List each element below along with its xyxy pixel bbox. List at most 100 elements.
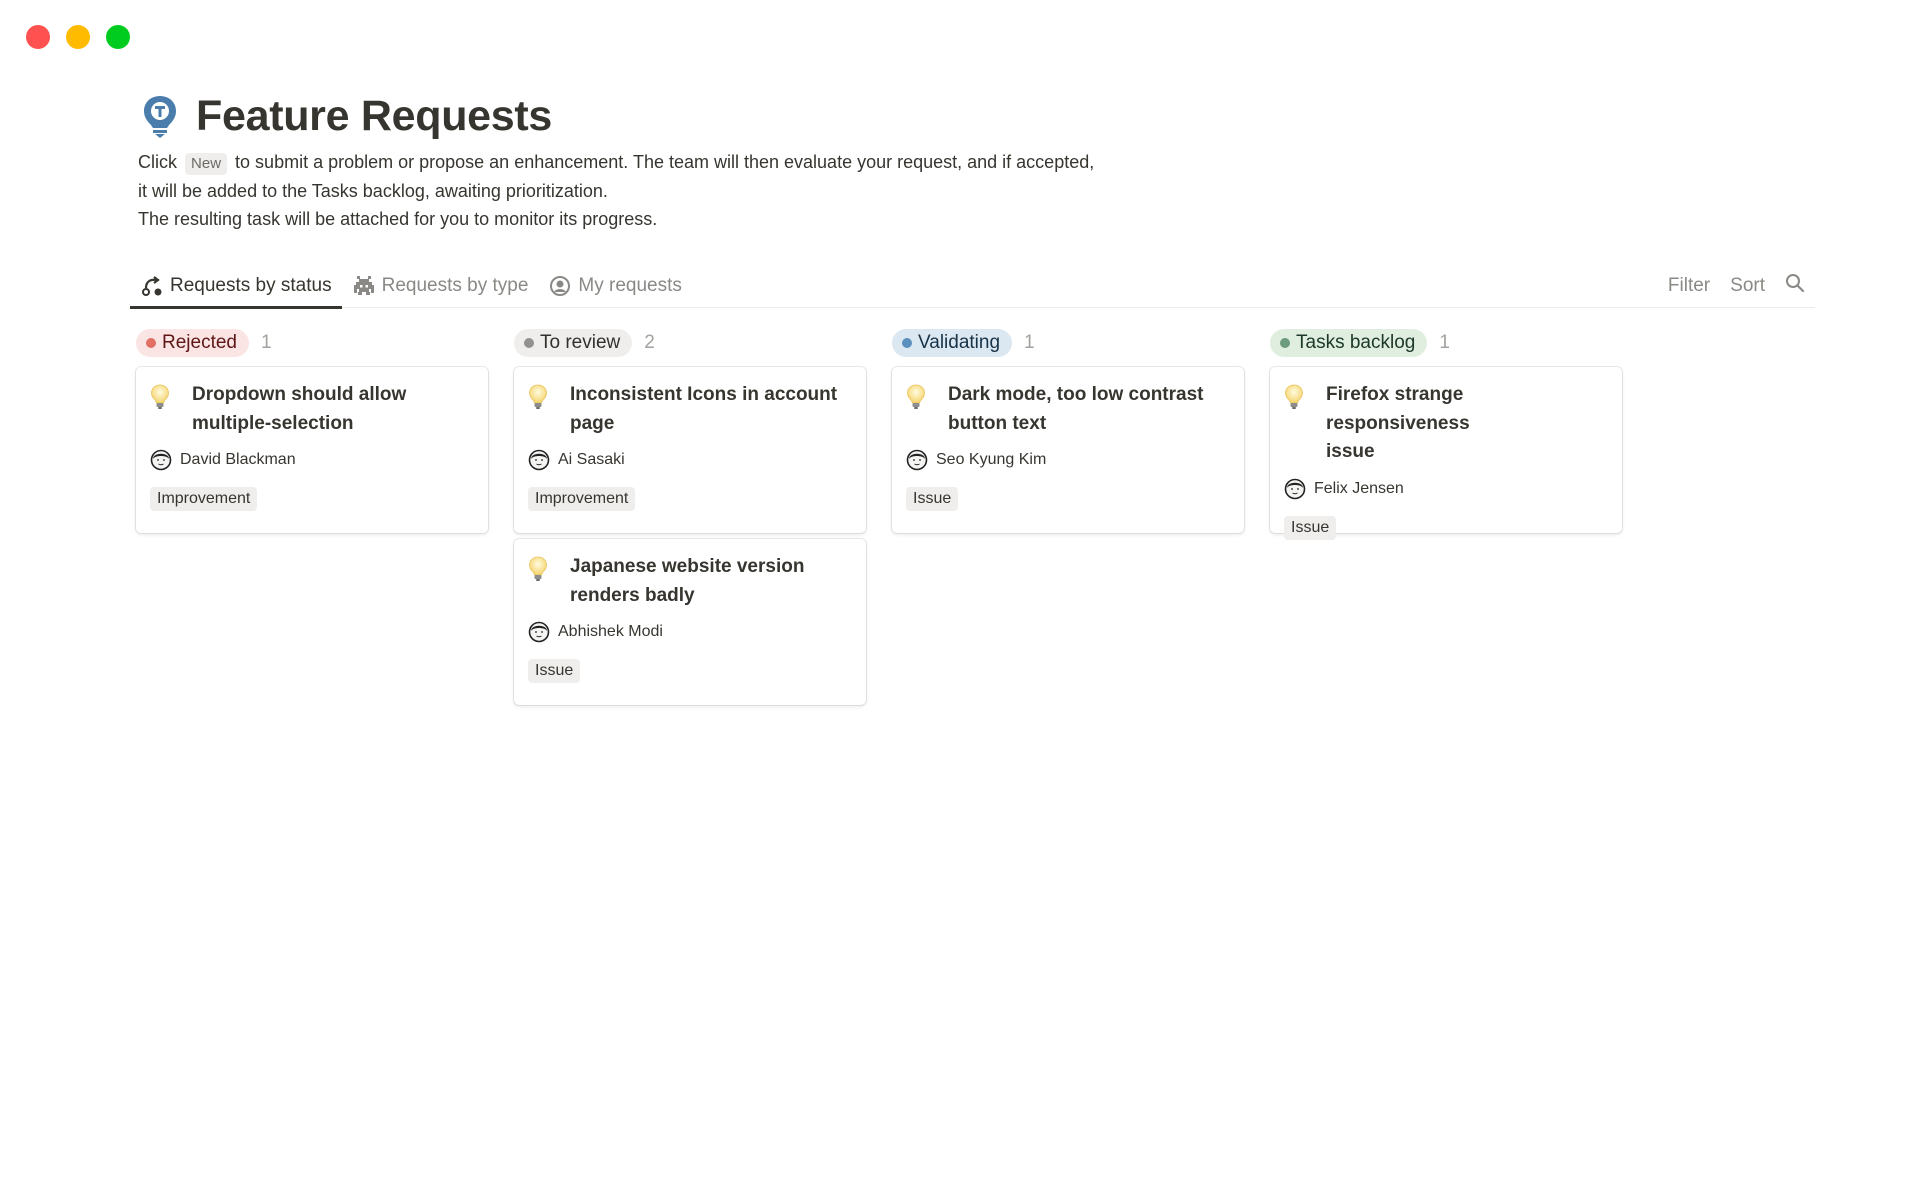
- status-pill[interactable]: Rejected: [136, 329, 249, 357]
- request-card[interactable]: Dark mode, too low contrast button text …: [892, 367, 1244, 533]
- card-title-line: Firefox strange responsiveness: [1326, 384, 1470, 434]
- view-toolbar: Filter Sort: [1668, 264, 1805, 308]
- board-column-to-review: To review 2 Inconsistent Icons in accoun…: [514, 328, 866, 711]
- card-person: David Blackman: [150, 448, 474, 472]
- status-pill[interactable]: Validating: [892, 329, 1013, 357]
- lightbulb-icon: [529, 384, 547, 409]
- description-text: it will be added to the Tasks backlog, a…: [138, 180, 608, 201]
- description-text: The resulting task will be attached for …: [138, 209, 658, 229]
- window-controls: [26, 25, 130, 49]
- filter-button[interactable]: Filter: [1668, 275, 1710, 297]
- avatar: [528, 449, 550, 471]
- window-minimize-button[interactable]: [66, 25, 90, 49]
- request-card[interactable]: Dropdown should allow multiple-selection…: [136, 367, 488, 533]
- card-title-row: Firefox strange responsiveness issue: [1284, 381, 1608, 467]
- status-label: Rejected: [162, 332, 237, 353]
- search-button[interactable]: [1785, 273, 1805, 299]
- card-title: Inconsistent Icons in account page: [570, 381, 837, 438]
- person-name[interactable]: Ai Sasaki: [558, 451, 625, 469]
- page-description: Click New to submit a problem or propose…: [138, 148, 1238, 234]
- page-title: Feature Requests: [196, 91, 553, 140]
- card-title-line: Dropdown should allow: [192, 384, 407, 405]
- search-icon: [1786, 274, 1805, 293]
- avatar: [1284, 478, 1306, 499]
- view-tab-bar: Requests by status Requests by type My r…: [130, 264, 1815, 309]
- lightbulb-icon: [1285, 384, 1303, 409]
- card-title: Japanese website version renders badly: [570, 553, 804, 610]
- new-inline-label: New: [185, 153, 228, 175]
- person-name[interactable]: Felix Jensen: [1314, 480, 1404, 498]
- title-row: Feature Requests: [138, 88, 1818, 144]
- card-person: Ai Sasaki: [528, 448, 852, 472]
- window-maximize-button[interactable]: [106, 25, 130, 49]
- card-person: Abhishek Modi: [528, 620, 852, 644]
- status-pill[interactable]: To review: [514, 329, 633, 357]
- request-card[interactable]: Japanese website version renders badly A…: [514, 539, 866, 705]
- card-title-line: Dark mode, too low contrast: [948, 384, 1204, 405]
- column-count: 1: [261, 332, 272, 353]
- kanban-board: Rejected 1 Dropdown should allow multipl…: [136, 328, 1622, 711]
- sort-button[interactable]: Sort: [1730, 275, 1765, 297]
- card-title-line: page: [570, 412, 615, 434]
- card-list: Dark mode, too low contrast button text …: [892, 367, 1244, 533]
- window-close-button[interactable]: [26, 25, 50, 49]
- person-name[interactable]: Seo Kyung Kim: [936, 451, 1046, 469]
- tab-label: Requests by status: [170, 275, 332, 296]
- request-card[interactable]: Firefox strange responsiveness issue Fel…: [1270, 367, 1622, 540]
- card-title-row: Dark mode, too low contrast button text: [906, 381, 1230, 438]
- description-text: Click: [138, 152, 177, 172]
- card-list: Firefox strange responsiveness issue Fel…: [1270, 367, 1622, 540]
- column-header: To review 2: [514, 328, 866, 358]
- status-flow-icon: [140, 275, 164, 297]
- tab-requests-by-status[interactable]: Requests by status: [130, 264, 342, 309]
- lightbulb-icon: [151, 384, 169, 409]
- request-type-tag: Improvement: [150, 487, 258, 511]
- card-person: Seo Kyung Kim: [906, 448, 1230, 472]
- card-title-line: Japanese website version: [570, 556, 805, 577]
- lightbulb-icon: [907, 384, 925, 409]
- card-title-line: Inconsistent Icons in account: [570, 384, 838, 405]
- tab-my-requests[interactable]: My requests: [538, 264, 691, 308]
- lightbulb-icon: [529, 556, 547, 581]
- request-card[interactable]: Inconsistent Icons in account page Ai Sa…: [514, 367, 866, 533]
- column-header: Validating 1: [892, 328, 1244, 358]
- column-count: 2: [644, 332, 655, 353]
- card-title: Firefox strange responsiveness issue: [1326, 381, 1608, 467]
- status-dot: [146, 338, 156, 348]
- person-name[interactable]: Abhishek Modi: [558, 623, 663, 641]
- board-column-validating: Validating 1 Dark mode, too low contrast…: [892, 328, 1244, 711]
- status-pill[interactable]: Tasks backlog: [1270, 329, 1428, 357]
- tab-label: Requests by type: [381, 275, 529, 296]
- lightbulb-icon[interactable]: [142, 94, 178, 138]
- card-title-line: renders badly: [570, 584, 695, 606]
- card-list: Dropdown should allow multiple-selection…: [136, 367, 488, 533]
- card-title-line: issue: [1326, 441, 1375, 462]
- request-type-tag: Issue: [1284, 515, 1337, 540]
- person-name[interactable]: David Blackman: [180, 451, 296, 469]
- board-column-rejected: Rejected 1 Dropdown should allow multipl…: [136, 328, 488, 711]
- status-label: Tasks backlog: [1296, 332, 1416, 353]
- card-title: Dropdown should allow multiple-selection: [192, 381, 406, 438]
- status-dot: [902, 338, 912, 348]
- tab-label: My requests: [578, 275, 682, 296]
- card-person: Felix Jensen: [1284, 477, 1608, 501]
- status-dot: [524, 338, 534, 348]
- card-list: Inconsistent Icons in account page Ai Sa…: [514, 367, 866, 705]
- card-title: Dark mode, too low contrast button text: [948, 381, 1203, 438]
- avatar: [150, 449, 172, 471]
- card-title-line: multiple-selection: [192, 412, 354, 434]
- request-type-tag: Improvement: [528, 487, 636, 511]
- card-title-row: Japanese website version renders badly: [528, 553, 852, 610]
- card-title-row: Dropdown should allow multiple-selection: [150, 381, 474, 438]
- card-title-row: Inconsistent Icons in account page: [528, 381, 852, 438]
- request-type-tag: Issue: [906, 487, 959, 511]
- board-column-tasks-backlog: Tasks backlog 1 Firefox strange responsi…: [1270, 328, 1622, 711]
- page-header: Feature Requests Click New to submit a p…: [138, 88, 1818, 234]
- description-text: to submit a problem or propose an enhanc…: [235, 152, 1095, 172]
- avatar: [906, 449, 928, 471]
- status-dot: [1280, 338, 1290, 348]
- user-circle-icon: [548, 275, 572, 297]
- tab-requests-by-type[interactable]: Requests by type: [342, 264, 539, 308]
- column-header: Rejected 1: [136, 328, 488, 358]
- column-count: 1: [1024, 332, 1035, 353]
